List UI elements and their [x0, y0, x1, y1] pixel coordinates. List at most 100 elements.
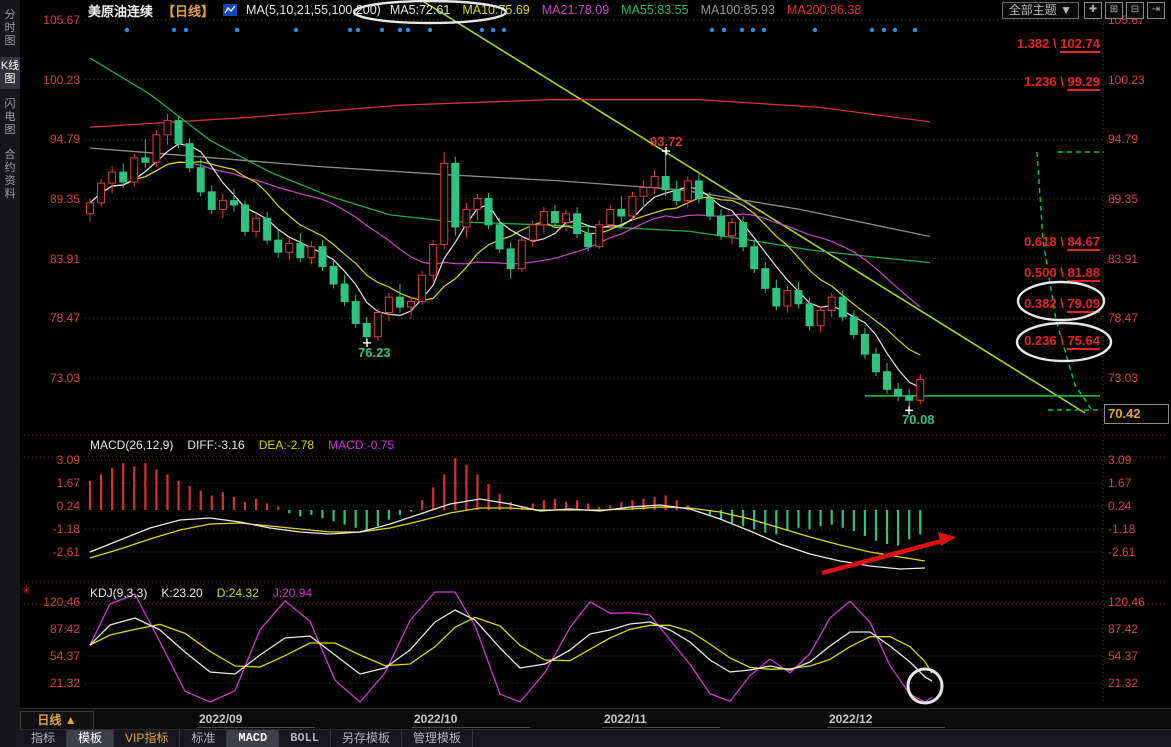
price-axis-left-3: 89.35	[24, 192, 80, 206]
price-axis-right-2: 94.79	[1108, 132, 1138, 146]
d-line	[90, 617, 932, 673]
sidebar-item-3[interactable]: 合约资料	[0, 146, 20, 204]
price-axis-left-5: 78.47	[24, 311, 80, 325]
candles	[87, 114, 924, 410]
swing-low-label-1: 76.23	[358, 345, 391, 360]
tab-模板[interactable]: 模板	[67, 730, 114, 747]
ma-value-2: MA21:78.09	[542, 3, 609, 17]
chevron-down-icon: ▼	[1060, 3, 1072, 17]
tab-标准[interactable]: 标准	[180, 730, 227, 747]
ma-value-3: MA55:83.55	[621, 3, 688, 17]
date-label-2022/10: 2022/10	[414, 712, 457, 726]
period-selector[interactable]: 日线 ▲	[20, 711, 94, 731]
fib-price: 79.09	[1067, 296, 1100, 313]
macd-axis-right-0: 3.09	[1108, 453, 1131, 467]
date-tick-3	[827, 727, 945, 728]
ma-values: MA5:72.61 MA10:75.69 MA21:78.09 MA55:83.55 M…	[390, 3, 861, 17]
fib-price: 99.29	[1067, 74, 1100, 91]
macd-macd-value: MACD:-0.75	[328, 438, 394, 452]
macd-axis-right-1: 1.67	[1108, 476, 1131, 490]
date-tick-1	[412, 727, 530, 728]
pane-export-icon[interactable]: ⇥	[1147, 2, 1165, 19]
price-axis-right-1: 100.23	[1108, 73, 1145, 87]
macd-axis-left-3: -1.18	[24, 522, 80, 536]
j-line	[90, 592, 932, 702]
tab-MACD[interactable]: MACD	[227, 730, 279, 747]
top-controls: 全部主题 ▼ ✚⊞⊟⇥	[1002, 2, 1165, 19]
price-axis-right-6: 73.03	[1108, 371, 1138, 385]
sidebar-item-0[interactable]: 分时图	[0, 6, 20, 51]
chart-type-icon	[223, 3, 237, 17]
drawn-lines	[421, 0, 1104, 413]
price-axis-right-5: 78.47	[1108, 311, 1138, 325]
chart-canvas[interactable]	[0, 0, 1171, 747]
price-axis-left-4: 83.91	[24, 252, 80, 266]
macd-title: MACD(26,12,9)	[90, 438, 173, 452]
triangle-up-icon: ▲	[65, 713, 77, 727]
tab-另存模板[interactable]: 另存模板	[331, 730, 402, 747]
macd-axis-left-0: 3.09	[24, 453, 80, 467]
dea-line	[90, 507, 925, 561]
tab-VIP指标[interactable]: VIP指标	[114, 730, 180, 747]
kdj-axis-left-0: 120.46	[24, 595, 80, 609]
swing-low-label-2: 70.08	[902, 412, 935, 427]
fib-level-0.382: 0.382 \ 79.09	[958, 296, 1100, 311]
ma-value-0: MA5:72.61	[390, 3, 450, 17]
indicator-tab-bar: 指标模板VIP指标标准MACDBOLL另存模板管理模板	[20, 729, 1171, 747]
sidebar-item-2[interactable]: 闪电图	[0, 95, 20, 140]
window-layout-icons: ✚⊞⊟⇥	[1084, 2, 1165, 19]
price-axis-left-0: 105.67	[24, 13, 80, 27]
price-axis-right-4: 83.91	[1108, 252, 1138, 266]
macd-axis-left-4: -2.61	[24, 545, 80, 559]
kdj-axis-right-1: 87.42	[1108, 622, 1138, 636]
tab-管理模板[interactable]: 管理模板	[402, 730, 473, 747]
price-axis-right-3: 89.35	[1108, 192, 1138, 206]
fib-level-0.618: 0.618 \ 84.67	[958, 234, 1100, 249]
macd-axis-left-2: 0.24	[24, 499, 80, 513]
price-axis-left-6: 73.03	[24, 371, 80, 385]
date-label-2022/11: 2022/11	[604, 712, 647, 726]
ma5-line	[90, 144, 920, 387]
fib-level-0.236: 0.236 \ 75.64	[958, 333, 1100, 348]
date-tick-2	[602, 727, 720, 728]
ma-value-4: MA100:85.93	[701, 3, 775, 17]
date-label-2022/09: 2022/09	[199, 712, 242, 726]
kdj-axis-right-2: 54.37	[1108, 649, 1138, 663]
kdj-j-value: J:20.94	[273, 586, 312, 600]
date-axis-row: 日线 ▲ 2022/092022/102022/112022/12	[20, 708, 1171, 730]
chart-header: 美原油连续 【日线】 MA(5,10,21,55,100,200) MA5:72…	[88, 0, 861, 20]
macd-dea-value: DEA:-2.78	[259, 438, 314, 452]
symbol-title: 美原油连续	[88, 1, 153, 20]
trading-terminal: 分时图 K线图闪电图合约资料 美原油连续 【日线】 MA(5,10,21,55,1…	[0, 0, 1171, 747]
macd-axis-right-4: -2.61	[1108, 545, 1135, 559]
ma-value-1: MA10:75.69	[462, 3, 529, 17]
swing-high-label: 93.72	[650, 134, 683, 149]
event-dots	[125, 28, 917, 32]
kdj-axis-left-1: 87.42	[24, 622, 80, 636]
kdj-panel	[90, 592, 932, 702]
pane-split-icon[interactable]: ⊞	[1105, 2, 1123, 19]
ma200-line	[90, 100, 930, 128]
tab-指标[interactable]: 指标	[20, 730, 67, 747]
kdj-axis-right-3: 21.32	[1108, 676, 1138, 690]
macd-axis-right-2: 0.24	[1108, 499, 1131, 513]
kdj-axis-left-3: 21.32	[24, 676, 80, 690]
tab-BOLL[interactable]: BOLL	[279, 730, 331, 747]
fib-level-0.500: 0.500 \ 81.88	[958, 265, 1100, 280]
theme-selector-button[interactable]: 全部主题 ▼	[1002, 2, 1079, 19]
theme-selector-label: 全部主题	[1009, 3, 1057, 17]
price-axis-left-1: 100.23	[24, 73, 80, 87]
move-icon[interactable]: ✚	[1084, 2, 1102, 19]
sidebar-item-1[interactable]: K线图	[0, 57, 20, 89]
pane-right-icon[interactable]: ⊟	[1126, 2, 1144, 19]
period-selector-label: 日线	[37, 713, 61, 727]
fib-price: 81.88	[1067, 265, 1100, 282]
kdj-title: KDJ(9,3,3)	[90, 586, 147, 600]
fib-price: 75.64	[1067, 333, 1100, 350]
macd-axis-left-1: 1.67	[24, 476, 80, 490]
kdj-header: KDJ(9,3,3) K:23.20 D:24.32 J:20.94	[90, 586, 312, 600]
macd-axis-right-3: -1.18	[1108, 522, 1135, 536]
ma-settings-label: MA(5,10,21,55,100,200)	[246, 3, 381, 17]
fib-level-1.236: 1.236 \ 99.29	[958, 74, 1100, 89]
k-line	[90, 610, 932, 681]
